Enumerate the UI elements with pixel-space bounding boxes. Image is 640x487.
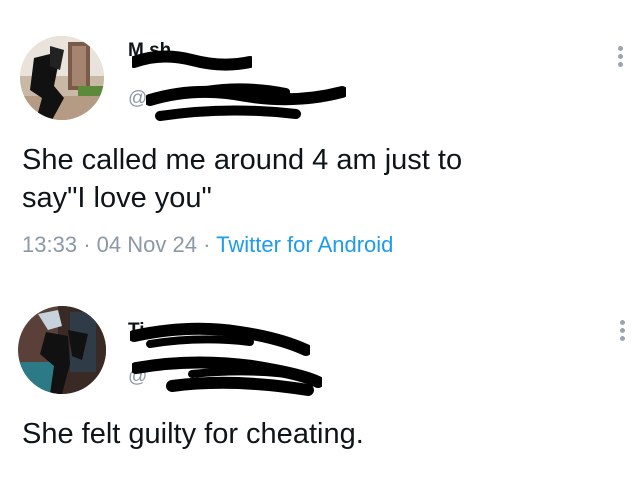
dot <box>619 336 625 341</box>
user-handle: @ <box>128 88 148 109</box>
more-options-button[interactable] <box>615 46 625 67</box>
redaction-scribble <box>132 356 322 396</box>
tweet-date[interactable]: 04 Nov 24 <box>97 232 197 257</box>
tweet[interactable]: Ti @ She felt guilty for cheating. <box>0 290 640 487</box>
avatar[interactable] <box>20 36 104 120</box>
tweet-time[interactable]: 13:33 <box>22 232 77 257</box>
tweet[interactable]: M sh @ She called me around 4 am just to… <box>0 0 640 270</box>
more-vertical-icon <box>619 320 625 325</box>
redaction-scribble <box>146 83 346 121</box>
dot <box>617 54 623 59</box>
meta-separator: · <box>203 232 211 257</box>
tweet-source-link[interactable]: Twitter for Android <box>216 232 393 257</box>
avatar-image <box>18 306 106 394</box>
dot <box>617 62 623 67</box>
more-vertical-icon <box>617 46 623 51</box>
avatar-image <box>20 36 104 120</box>
tweet-text: She called me around 4 am just to say"I … <box>22 144 463 214</box>
avatar[interactable] <box>18 306 106 394</box>
meta-separator: · <box>83 232 91 257</box>
more-options-button[interactable] <box>617 320 627 341</box>
dot <box>619 328 625 333</box>
tweet-text: She felt guilty for cheating. <box>22 418 364 450</box>
tweet-meta: 13:33 · 04 Nov 24 · Twitter for Android <box>22 232 393 258</box>
redaction-scribble <box>132 50 252 71</box>
